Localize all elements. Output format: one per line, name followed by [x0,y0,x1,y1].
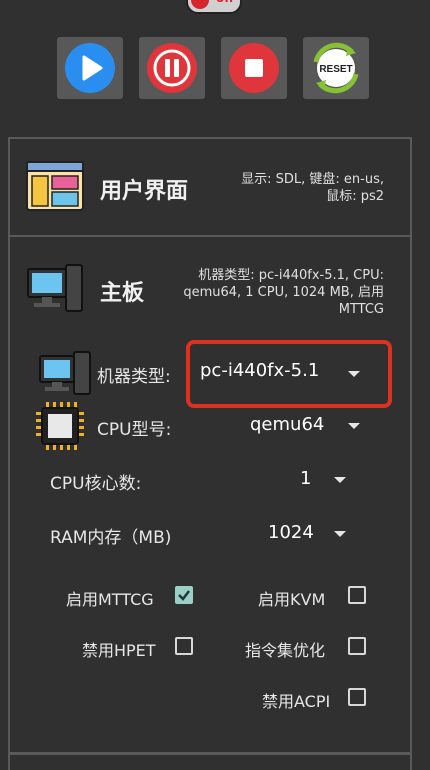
mttcg-checkbox[interactable] [175,586,193,604]
acpi-checkbox[interactable] [348,688,366,706]
cpu-model-value: qemu64 [250,414,325,435]
board-panel-desc: 机器类型: pc-i440fx-5.1, CPU: qemu64, 1 CPU,… [154,267,384,318]
acpi-label: 禁用ACPI [262,692,331,711]
ram-label: RAM内存（MB) [50,528,172,548]
pause-button[interactable] [139,37,205,99]
machine-type-label: 机器类型: [97,367,171,387]
ram-value: 1024 [268,522,314,543]
cpu-model-select[interactable]: qemu64 [250,412,370,442]
ui-panel-desc-line2: 鼠标: ps2 [326,189,384,204]
insn-opt-label: 指令集优化 [245,641,326,660]
kvm-label: 启用KVM [258,590,326,609]
power-toggle-label: off [216,0,234,5]
ui-panel-desc: 显示: SDL, 键盘: en-us, 鼠标: ps2 [194,171,384,205]
next-panel-edge [8,752,412,770]
board-panel-desc-line1: 机器类型: pc-i440fx-5.1, CPU: [198,268,384,283]
play-button[interactable] [57,37,123,99]
cpu-cores-select[interactable]: 1 [300,466,350,496]
kvm-checkbox[interactable] [348,586,366,604]
reset-icon-text: RESET [319,64,352,75]
cpu-cores-dropdown-icon [334,477,346,483]
cpu-cores-label: CPU核心数: [50,474,142,494]
stop-icon [229,43,279,93]
ram-select[interactable]: 1024 [268,520,350,550]
ui-panel-title: 用户界面 [100,179,189,204]
cpu-model-label: CPU型号: [97,420,172,440]
cpu-cores-value: 1 [300,468,312,489]
hpet-checkbox[interactable] [175,637,193,655]
insn-opt-checkbox[interactable] [348,637,366,655]
board-panel: 主板 机器类型: pc-i440fx-5.1, CPU: qemu64, 1 C… [8,235,412,755]
ui-panel[interactable]: 用户界面 显示: SDL, 键盘: en-us, 鼠标: ps2 [8,137,412,237]
pause-icon [147,43,197,93]
cpu-model-dropdown-icon [348,423,360,429]
computer-icon [27,264,83,312]
board-panel-title: 主板 [100,281,145,306]
check-icon [178,590,190,601]
reset-button[interactable]: RESET [303,37,369,99]
ram-dropdown-icon [334,531,346,537]
mttcg-label: 启用MTTCG [66,590,154,609]
board-panel-desc-line3: MTTCG [338,302,384,317]
machine-computer-icon [39,351,91,395]
play-icon [65,43,115,93]
highlight-box [186,340,392,408]
stop-button[interactable] [221,37,287,99]
power-toggle-knob [191,0,209,9]
power-toggle[interactable]: off [186,0,242,14]
hpet-label: 禁用HPET [82,641,156,660]
ui-panel-desc-line1: 显示: SDL, 键盘: en-us, [241,172,384,187]
board-panel-desc-line2: qemu64, 1 CPU, 1024 MB, 启用 [183,285,384,300]
ui-window-icon [26,161,84,211]
cpu-chip-icon [36,402,84,450]
reset-icon: RESET [313,42,359,94]
